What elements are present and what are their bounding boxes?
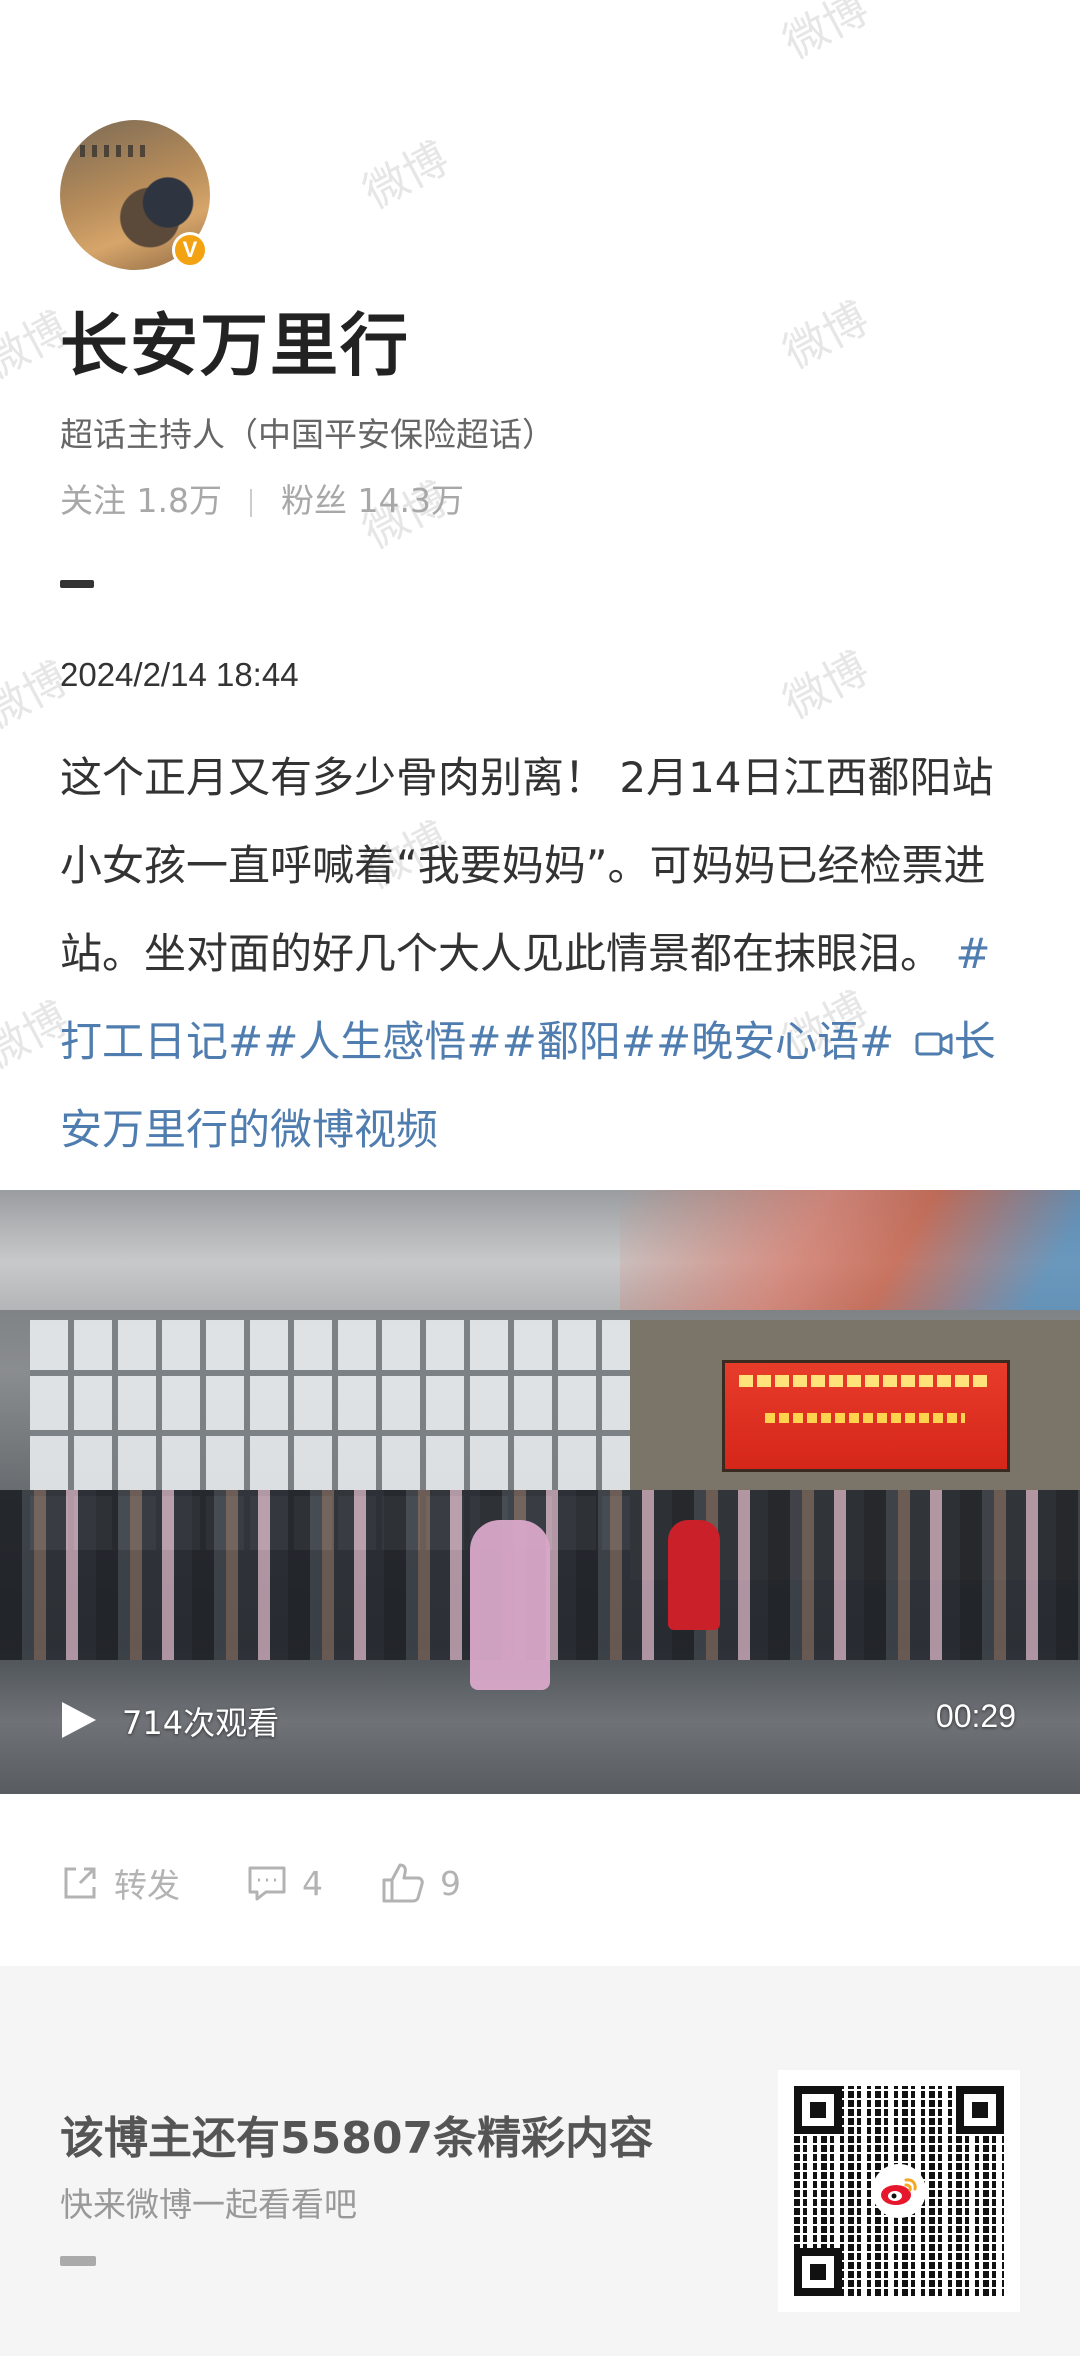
watermark: 微博 [775, 642, 877, 730]
post-text: 这个正月又有多少骨肉别离！ 2月14日江西鄱阳站 小女孩一直呼喊着“我要妈妈”。… [60, 753, 994, 978]
footer-dash [60, 2256, 96, 2266]
avatar-image-detail [80, 145, 150, 157]
stats-divider [250, 488, 253, 517]
comment-icon [248, 1866, 286, 1901]
post-content: 这个正月又有多少骨肉别离！ 2月14日江西鄱阳站 小女孩一直呼喊着“我要妈妈”。… [60, 734, 1030, 1174]
qr-finder [956, 2086, 1004, 2134]
comment-button[interactable]: 4 [246, 1858, 323, 1908]
footer-subtitle: 快来微博一起看看吧 [60, 2185, 357, 2224]
profile-stats: 关注 1.8万 粉丝 14.3万 [60, 474, 464, 522]
thumbs-up-icon [382, 1863, 424, 1903]
following-label: 关注 [60, 481, 126, 520]
like-count[interactable]: 9 [440, 1864, 461, 1903]
video-frame-led-sign [722, 1360, 1010, 1472]
verified-badge-icon: V [172, 232, 208, 268]
qr-code[interactable] [778, 2070, 1020, 2312]
qr-finder [794, 2086, 842, 2134]
divider-dash [60, 580, 94, 588]
following-count: 1.8万 [136, 481, 222, 520]
followers-label: 粉丝 [280, 481, 347, 520]
watermark: 微博 [775, 0, 877, 70]
followers-count: 14.3万 [357, 481, 464, 520]
play-icon[interactable] [62, 1702, 96, 1738]
weibo-logo-icon [872, 2164, 926, 2218]
comment-count[interactable]: 4 [302, 1864, 323, 1903]
video-frame-child [668, 1520, 720, 1630]
repost-icon [64, 1867, 96, 1899]
video-duration: 00:29 [935, 1698, 1016, 1734]
repost-button[interactable]: 转发 [60, 1858, 180, 1908]
video-player[interactable]: 714次观看 00:29 [0, 1190, 1080, 1794]
footer-promo: 该博主还有55807条精彩内容 快来微博一起看看吧 [0, 1966, 1080, 2356]
video-camera-icon [915, 1032, 953, 1056]
video-view-count: 714次观看 [122, 1704, 280, 1742]
profile-subtitle: 超话主持人（中国平安保险超话） [60, 415, 555, 454]
profile-name[interactable]: 长安万里行 [60, 290, 410, 389]
watermark: 微博 [775, 292, 877, 380]
like-button[interactable]: 9 [380, 1858, 461, 1908]
watermark: 微博 [355, 132, 457, 220]
post-date: 2024/2/14 18:44 [60, 656, 299, 693]
qr-finder [794, 2248, 842, 2296]
video-frame-ceiling [0, 1190, 1080, 1310]
repost-label[interactable]: 转发 [114, 1859, 180, 1907]
video-frame-girl [470, 1520, 550, 1690]
footer-title: 该博主还有55807条精彩内容 [60, 2113, 654, 2164]
